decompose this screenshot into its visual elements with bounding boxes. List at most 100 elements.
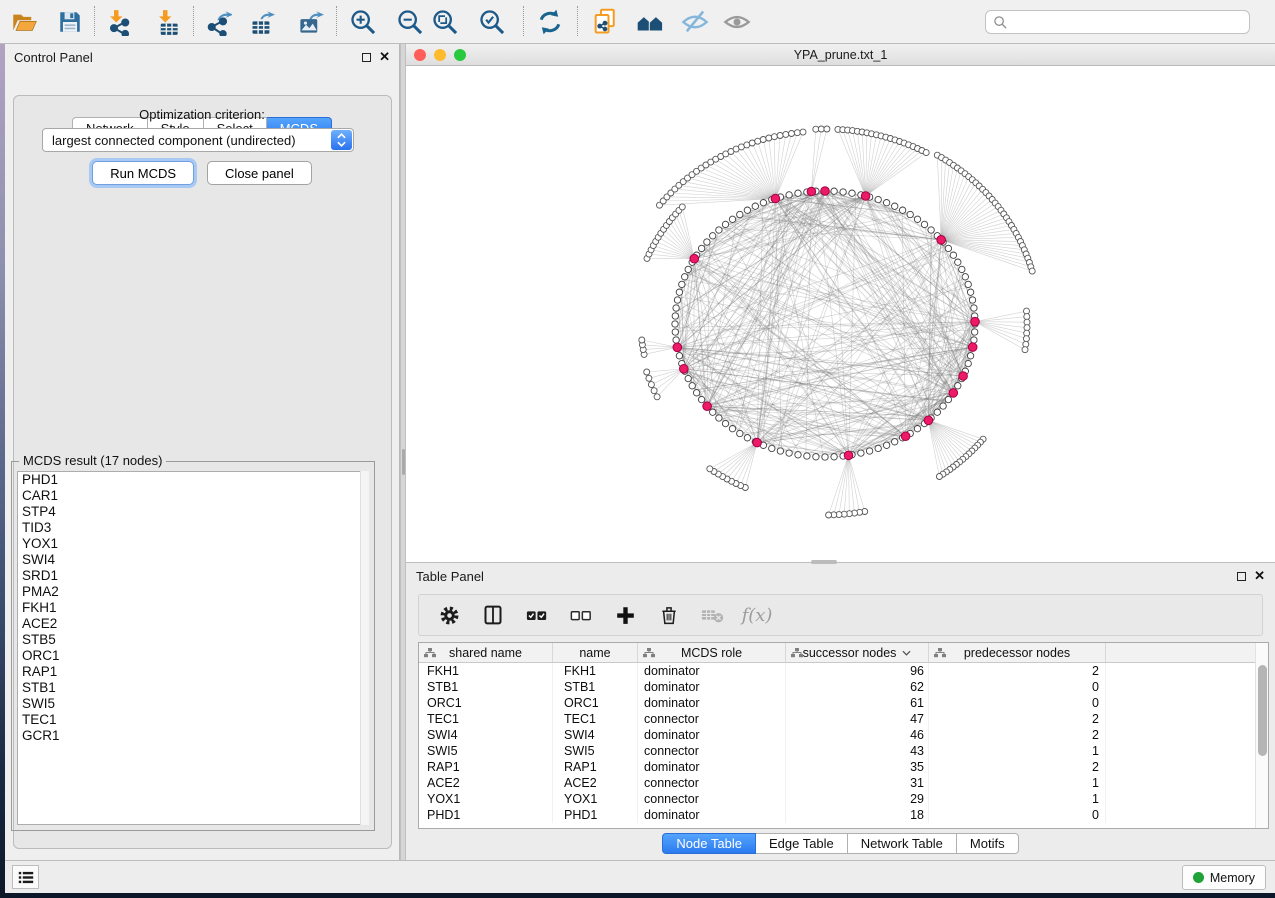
network-node[interactable] bbox=[936, 474, 942, 480]
import-network-icon[interactable] bbox=[100, 4, 136, 40]
network-node[interactable] bbox=[965, 281, 971, 287]
zoom-fit-icon[interactable] bbox=[427, 4, 463, 40]
search-input[interactable] bbox=[985, 10, 1250, 34]
table-row[interactable]: STB1STB1dominator620 bbox=[419, 679, 1268, 695]
network-node[interactable] bbox=[685, 375, 691, 381]
network-node[interactable] bbox=[950, 252, 956, 258]
network-node[interactable] bbox=[899, 207, 905, 213]
network-node[interactable] bbox=[795, 452, 801, 458]
network-node[interactable] bbox=[722, 221, 728, 227]
network-node[interactable] bbox=[672, 313, 678, 319]
network-node[interactable] bbox=[840, 189, 846, 195]
mcds-result-list[interactable]: PHD1CAR1STP4TID3YOX1SWI4SRD1PMA2FKH1ACE2… bbox=[17, 471, 369, 825]
network-node[interactable] bbox=[965, 360, 971, 366]
network-node[interactable] bbox=[940, 403, 946, 409]
mcds-hub-node[interactable] bbox=[924, 416, 933, 425]
mcds-result-item[interactable]: GCR1 bbox=[18, 728, 368, 744]
add-column-icon[interactable] bbox=[613, 603, 637, 627]
mcds-hub-node[interactable] bbox=[861, 192, 870, 201]
network-node[interactable] bbox=[673, 337, 679, 343]
network-node[interactable] bbox=[760, 137, 766, 143]
network-node[interactable] bbox=[679, 204, 685, 210]
network-node[interactable] bbox=[722, 420, 728, 426]
zoom-selected-icon[interactable] bbox=[474, 4, 510, 40]
network-node[interactable] bbox=[824, 126, 830, 132]
network-node[interactable] bbox=[971, 305, 977, 311]
table-row[interactable]: ORC1ORC1dominator610 bbox=[419, 695, 1268, 711]
network-node[interactable] bbox=[646, 375, 652, 381]
delete-column-icon[interactable] bbox=[657, 603, 681, 627]
network-node[interactable] bbox=[945, 245, 951, 251]
table-row[interactable]: FKH1FKH1dominator962 bbox=[419, 663, 1268, 679]
open-file-icon[interactable] bbox=[6, 4, 42, 40]
table-row[interactable]: RAP1RAP1dominator352 bbox=[419, 759, 1268, 775]
network-node[interactable] bbox=[955, 259, 961, 265]
network-node[interactable] bbox=[710, 233, 716, 239]
mcds-hub-node[interactable] bbox=[807, 187, 816, 196]
network-graph[interactable] bbox=[406, 66, 1275, 562]
import-table-icon[interactable] bbox=[149, 4, 185, 40]
network-node[interactable] bbox=[813, 454, 819, 460]
refresh-layout-icon[interactable] bbox=[532, 4, 568, 40]
mcds-result-item[interactable]: STB1 bbox=[18, 680, 368, 696]
mcds-result-item[interactable]: TEC1 bbox=[18, 712, 368, 728]
network-node[interactable] bbox=[639, 337, 645, 343]
network-node[interactable] bbox=[1029, 268, 1035, 274]
network-node[interactable] bbox=[971, 337, 977, 343]
task-history-button[interactable] bbox=[12, 865, 39, 889]
network-node[interactable] bbox=[698, 245, 704, 251]
table-settings-icon[interactable] bbox=[437, 603, 461, 627]
network-node[interactable] bbox=[892, 439, 898, 445]
network-node[interactable] bbox=[716, 415, 722, 421]
delete-table-icon[interactable] bbox=[701, 603, 725, 627]
show-all-icon[interactable] bbox=[719, 4, 755, 40]
network-node[interactable] bbox=[771, 134, 777, 140]
network-node[interactable] bbox=[921, 221, 927, 227]
select-all-icon[interactable] bbox=[525, 603, 549, 627]
network-node[interactable] bbox=[777, 133, 783, 139]
network-node[interactable] bbox=[955, 383, 961, 389]
show-column-panel-icon[interactable] bbox=[481, 603, 505, 627]
mcds-result-item[interactable]: FKH1 bbox=[18, 600, 368, 616]
network-node[interactable] bbox=[777, 448, 783, 454]
network-node[interactable] bbox=[1024, 314, 1030, 320]
close-panel-icon[interactable]: ✕ bbox=[1254, 571, 1265, 581]
network-node[interactable] bbox=[849, 190, 855, 196]
network-node[interactable] bbox=[685, 266, 691, 272]
network-node[interactable] bbox=[676, 289, 682, 295]
network-node[interactable] bbox=[729, 426, 735, 432]
mcds-result-item[interactable]: YOX1 bbox=[18, 536, 368, 552]
column-header-successor-nodes[interactable]: successor nodes bbox=[786, 643, 929, 662]
mcds-hub-node[interactable] bbox=[937, 236, 946, 245]
table-row[interactable]: PHD1PHD1dominator180 bbox=[419, 807, 1268, 823]
mcds-hub-node[interactable] bbox=[673, 343, 682, 352]
network-node[interactable] bbox=[689, 383, 695, 389]
network-node[interactable] bbox=[676, 353, 682, 359]
mcds-list-scrollbar[interactable] bbox=[360, 471, 369, 825]
network-canvas[interactable] bbox=[406, 66, 1275, 562]
network-node[interactable] bbox=[760, 200, 766, 206]
mcds-hub-node[interactable] bbox=[968, 343, 977, 352]
float-panel-icon[interactable] bbox=[362, 53, 371, 62]
network-node[interactable] bbox=[945, 396, 951, 402]
mcds-hub-node[interactable] bbox=[901, 432, 910, 441]
mcds-result-item[interactable]: RAP1 bbox=[18, 664, 368, 680]
network-node[interactable] bbox=[769, 445, 775, 451]
network-node[interactable] bbox=[673, 305, 679, 311]
network-node[interactable] bbox=[928, 227, 934, 233]
memory-button[interactable]: Memory bbox=[1182, 865, 1266, 890]
table-row[interactable]: ACE2ACE2connector311 bbox=[419, 775, 1268, 791]
first-neighbors-icon[interactable] bbox=[632, 4, 668, 40]
network-node[interactable] bbox=[672, 329, 678, 335]
table-row[interactable]: TEC1TEC1connector472 bbox=[419, 711, 1268, 727]
network-node[interactable] bbox=[737, 430, 743, 436]
mcds-result-item[interactable]: SRD1 bbox=[18, 568, 368, 584]
column-header-predecessor-nodes[interactable]: predecessor nodes bbox=[929, 643, 1106, 662]
network-node[interactable] bbox=[693, 390, 699, 396]
network-node[interactable] bbox=[914, 216, 920, 222]
column-header-name[interactable]: name bbox=[553, 643, 638, 662]
network-node[interactable] bbox=[654, 394, 660, 400]
network-node[interactable] bbox=[707, 466, 713, 472]
close-panel-button[interactable]: Close panel bbox=[207, 161, 312, 185]
network-node[interactable] bbox=[892, 203, 898, 209]
